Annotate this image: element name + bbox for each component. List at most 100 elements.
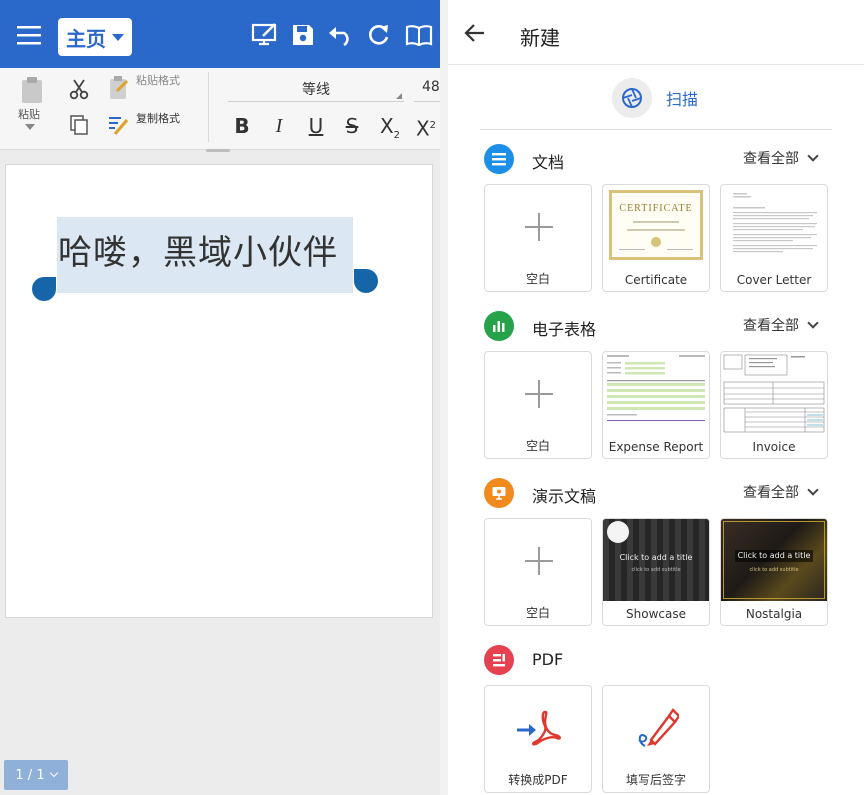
blank-presentation-card[interactable]: 空白 [484,518,592,626]
menu-icon[interactable] [14,20,44,50]
showcase-thumb-subtitle: click to add subtitle [631,567,681,573]
see-all-label: 查看全部 [743,151,799,167]
subscript-mark: 2 [393,130,401,141]
paste-format-icon[interactable] [106,74,132,102]
header-divider [448,64,864,65]
underline-button[interactable]: U [300,112,332,140]
expense-report-thumbnail [603,352,709,434]
scan-divider [480,129,832,130]
copy-icon[interactable] [66,112,92,138]
card-label: Cover Letter [736,273,812,287]
nostalgia-thumbnail: Click to add a title click to add subtit… [721,519,827,601]
expense-report-template-card[interactable]: Expense Report [602,351,710,459]
document-section-icon [484,144,514,174]
card-label: Nostalgia [745,607,803,621]
pane-divider [440,0,448,795]
chevron-down-icon [807,317,819,329]
copy-format-label[interactable]: 复制格式 [136,110,180,126]
convert-to-pdf-card[interactable]: 转换成PDF [484,685,592,793]
bold-button[interactable]: B [226,112,258,140]
card-label: 填写后签字 [625,773,686,787]
document-section-title: 文档 [532,153,565,172]
invoice-template-card[interactable]: Invoice [720,351,828,459]
paste-format-label[interactable]: 粘贴格式 [136,72,180,88]
new-document-panel: 新建 扫描 文档 查看全部 空白 CERTIFICATE Certificate… [448,0,864,795]
selection-end-handle[interactable] [354,269,378,293]
convert-pdf-icon [515,708,561,748]
pdf-section-title: PDF [532,650,564,669]
selection-start-handle[interactable] [32,277,56,301]
presentation-see-all[interactable]: 查看全部 [743,482,819,502]
save-icon[interactable] [288,20,318,50]
nostalgia-thumb-subtitle: click to add subtitle [749,567,799,573]
home-tab-dropdown[interactable]: 主页 [58,18,132,56]
showcase-thumbnail: Click to add a title click to add subtit… [603,519,709,601]
chevron-down-icon [807,150,819,162]
nostalgia-thumb-title: Click to add a title [737,551,811,560]
invoice-thumbnail [721,352,827,434]
paste-label: 粘贴 [18,108,40,121]
spreadsheet-see-all[interactable]: 查看全部 [743,315,819,335]
scissors-icon[interactable] [66,76,92,102]
chevron-down-icon [112,33,124,41]
camera-aperture-icon [612,78,652,118]
cover-letter-thumbnail [721,185,827,267]
paste-icon[interactable] [16,74,48,106]
subscript-button[interactable]: X2 [374,112,406,141]
presentation-section-icon [484,478,514,508]
blank-spreadsheet-card[interactable]: 空白 [484,351,592,459]
redo-icon[interactable] [364,20,394,50]
fill-and-sign-card[interactable]: 填写后签字 [602,685,710,793]
card-label: Certificate [624,273,688,287]
edit-screen-icon[interactable] [250,20,280,50]
cover-letter-template-card[interactable]: Cover Letter [720,184,828,292]
paste-dropdown-icon[interactable] [25,124,35,130]
strikethrough-button[interactable]: S [336,112,368,140]
font-name-dropdown-icon [390,93,402,99]
document-text[interactable]: 哈喽，黑域小伙伴 [58,225,338,274]
font-name-select[interactable]: 等线 [228,76,404,102]
subscript-base: X [379,114,394,138]
page-indicator[interactable]: 1 / 1 [4,760,68,790]
plus-icon [525,213,553,241]
card-label: 空白 [525,439,550,453]
superscript-button[interactable]: X2 [410,112,440,141]
chevron-down-icon [49,768,58,778]
ribbon-divider [208,72,209,142]
showcase-template-card[interactable]: Click to add a title click to add subtit… [602,518,710,626]
document-see-all[interactable]: 查看全部 [743,148,819,168]
spreadsheet-section-title: 电子表格 [532,320,597,339]
scan-label: 扫描 [666,90,699,109]
certificate-thumb-title: CERTIFICATE [619,203,693,214]
nostalgia-template-card[interactable]: Click to add a title click to add subtit… [720,518,828,626]
ribbon-collapse-grip[interactable] [206,149,230,152]
presentation-section-title: 演示文稿 [532,487,597,506]
blank-document-card[interactable]: 空白 [484,184,592,292]
format-painter-icon[interactable] [106,110,132,138]
chevron-down-icon [807,484,819,496]
certificate-template-card[interactable]: CERTIFICATE Certificate [602,184,710,292]
panel-title: 新建 [520,26,560,50]
page-indicator-text: 1 / 1 [15,767,45,783]
see-all-label: 查看全部 [743,485,799,501]
back-arrow-icon[interactable] [464,22,492,50]
card-label: 转换成PDF [508,773,568,787]
superscript-base: X [415,116,430,141]
plus-icon [525,380,553,408]
card-label: 空白 [525,606,550,620]
editor-pane: 主页 粘贴 粘贴格式 复制格式 等线 48 B I U S X2 X2 哈喽，黑… [0,0,440,795]
read-mode-icon[interactable] [404,20,434,50]
superscript-mark: 2 [429,120,437,131]
card-label: Showcase [626,607,686,621]
home-tab-label: 主页 [66,26,106,51]
font-size-select[interactable]: 48 [414,76,440,102]
undo-icon[interactable] [326,20,356,50]
see-all-label: 查看全部 [743,318,799,334]
card-label: 空白 [525,272,550,286]
document-page[interactable]: 哈喽，黑域小伙伴 [5,164,433,618]
scan-button[interactable]: 扫描 [612,78,698,118]
card-label: Invoice [752,440,796,454]
card-label: Expense Report [608,440,704,454]
italic-button[interactable]: I [263,112,295,140]
fountain-pen-icon [633,706,681,750]
